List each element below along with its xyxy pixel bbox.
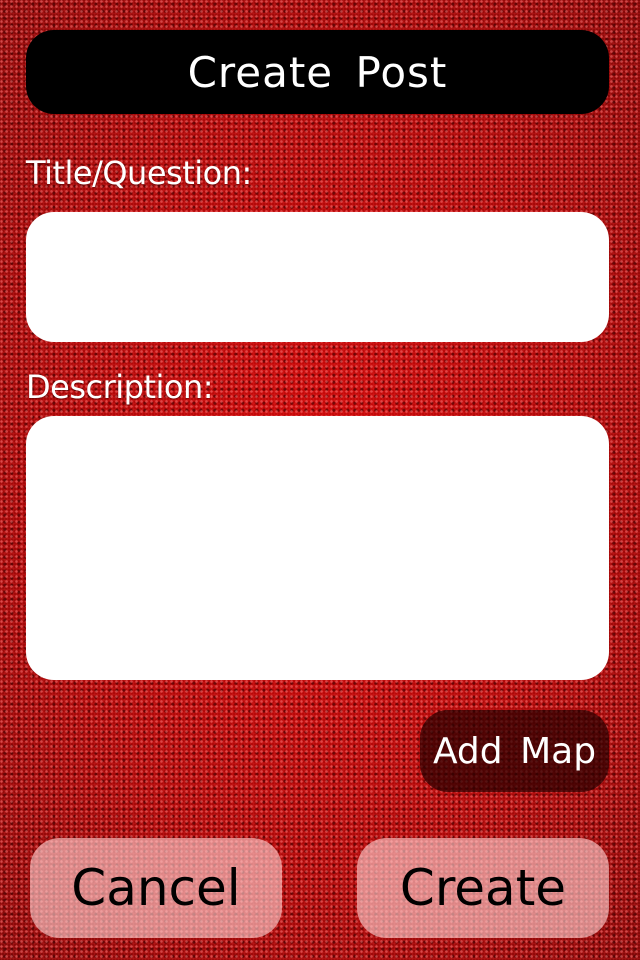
page-title: Create Post (187, 47, 448, 97)
create-button[interactable]: Create (357, 838, 609, 938)
title-question-input[interactable] (26, 212, 609, 342)
add-map-button[interactable]: Add Map (420, 710, 609, 792)
header-bar: Create Post (26, 30, 609, 114)
create-label: Create (399, 859, 567, 917)
create-post-screen: Create Post Title/Question: Description:… (0, 0, 640, 960)
description-label: Description: (26, 368, 214, 406)
description-input[interactable] (26, 416, 609, 680)
title-question-label: Title/Question: (26, 154, 252, 192)
cancel-label: Cancel (71, 859, 241, 917)
add-map-label: Add Map (432, 730, 597, 772)
cancel-button[interactable]: Cancel (30, 838, 282, 938)
